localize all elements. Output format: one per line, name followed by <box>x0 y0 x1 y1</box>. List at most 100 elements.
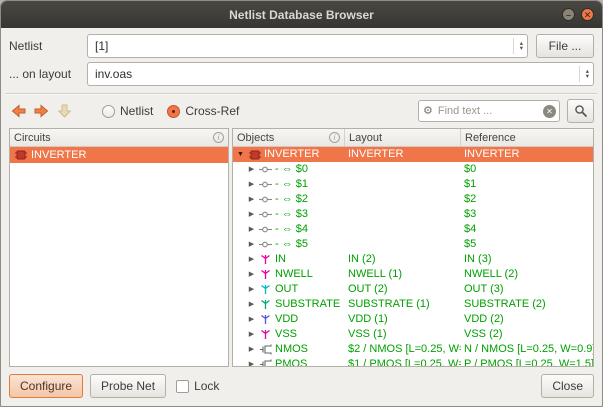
reference-cell: NWELL (2) <box>461 267 593 282</box>
objects-cell: ▶- ⇔ $3 <box>233 207 345 222</box>
tree-row[interactable]: ▶VSSVSS (1)VSS (2) <box>233 327 593 342</box>
crossref-radio[interactable]: Cross-Ref <box>167 104 239 118</box>
tree-row[interactable]: ▶- ⇔ $5$5 <box>233 237 593 252</box>
search-button[interactable] <box>567 99 594 123</box>
close-window-button[interactable]: ✕ <box>581 8 594 21</box>
lock-checkbox[interactable]: Lock <box>176 379 219 393</box>
find-text-box[interactable]: ⚙ ✕ <box>418 100 560 122</box>
down-arrow-icon[interactable] <box>55 102 74 121</box>
forward-arrow-icon[interactable] <box>32 102 51 121</box>
minimize-button[interactable]: – <box>562 8 575 21</box>
circuits-header: Circuits i <box>10 129 228 147</box>
panels: Circuits i INVERTER Objects i Layout <box>9 128 594 367</box>
expand-icon[interactable]: ▶ <box>247 327 256 342</box>
expand-icon[interactable]: ▶ <box>247 177 256 192</box>
tree-row[interactable]: ▶- ⇔ $2$2 <box>233 192 593 207</box>
close-button[interactable]: Close <box>541 374 594 398</box>
titlebar: Netlist Database Browser – ✕ <box>1 1 602 28</box>
reference-cell: VDD (2) <box>461 312 593 327</box>
object-label: VDD <box>275 312 298 327</box>
tree-row[interactable]: ▼INVERTERINVERTERINVERTER <box>233 147 593 162</box>
layout-combo-value: inv.oas <box>95 67 579 81</box>
tree-row[interactable]: ▶ - ⇔ $0 $0 <box>233 162 593 177</box>
objects-cell: ▶ IN <box>233 252 345 267</box>
expand-icon[interactable]: ▶ <box>247 222 256 237</box>
layout-header-label: Layout <box>349 132 382 144</box>
expand-icon[interactable]: ▶ <box>247 162 256 177</box>
tree-row[interactable]: ▶NWELLNWELL (1)NWELL (2) <box>233 267 593 282</box>
reference-cell: $0 <box>461 162 593 177</box>
netlist-combo[interactable]: [1] ▴ ▾ <box>87 34 528 58</box>
net-icon <box>259 254 272 265</box>
circuits-column-header[interactable]: Circuits i <box>10 129 228 146</box>
expand-icon[interactable]: ▶ <box>247 312 256 327</box>
layout-cell: $2 / NMOS [L=0.25, W=0.9] <box>345 342 461 357</box>
netlist-radio[interactable]: Netlist <box>102 104 153 118</box>
objects-cell: ▶ VDD <box>233 312 345 327</box>
net-icon <box>259 269 272 280</box>
spinner-down-icon[interactable]: ▾ <box>520 46 523 51</box>
file-button-label: File ... <box>549 39 582 53</box>
object-label: IN <box>275 252 286 267</box>
pin-icon <box>259 195 272 204</box>
objects-cell: ▶NMOS <box>233 342 345 357</box>
expand-icon[interactable]: ▶ <box>247 207 256 222</box>
expand-icon[interactable]: ▶ <box>247 252 256 267</box>
objects-column-header[interactable]: Objects i <box>233 129 345 146</box>
netlist-radio-label: Netlist <box>120 104 153 118</box>
object-label: - ⇔ $0 <box>275 162 308 177</box>
search-options-gear-icon[interactable]: ⚙ <box>423 106 433 117</box>
tree-row[interactable]: ▶- ⇔ $4$4 <box>233 222 593 237</box>
collapse-icon[interactable]: ▼ <box>236 147 245 162</box>
checkbox-icon[interactable] <box>176 380 189 393</box>
expand-icon[interactable]: ▶ <box>247 282 256 297</box>
circuits-list: INVERTER <box>10 147 228 366</box>
expand-icon[interactable]: ▶ <box>247 237 256 252</box>
spinner-down-icon[interactable]: ▾ <box>586 74 589 79</box>
tree-row[interactable]: ▶- ⇔ $1$1 <box>233 177 593 192</box>
file-button[interactable]: File ... <box>536 34 594 58</box>
back-arrow-icon[interactable] <box>9 102 28 121</box>
expand-icon[interactable]: ▶ <box>247 297 256 312</box>
layout-cell: OUT (2) <box>345 282 461 297</box>
layout-column-header[interactable]: Layout <box>345 129 461 146</box>
spinner-arrows-icon[interactable]: ▴ ▾ <box>513 38 523 54</box>
layout-combo[interactable]: inv.oas ▴ ▾ <box>87 62 594 86</box>
window-content: Netlist [1] ▴ ▾ File ... ... on layout i… <box>1 28 602 406</box>
spinner-arrows-icon[interactable]: ▴ ▾ <box>579 66 589 82</box>
objects-cell: ▶SUBSTRATE <box>233 297 345 312</box>
tree-row[interactable]: ▶OUTOUT (2)OUT (3) <box>233 282 593 297</box>
circuit-item[interactable]: INVERTER <box>10 147 228 163</box>
radio-circle-icon <box>167 105 180 118</box>
configure-button[interactable]: Configure <box>9 374 83 398</box>
net-icon <box>259 329 272 340</box>
tree-row[interactable]: ▶NMOS$2 / NMOS [L=0.25, W=0.9]N / NMOS [… <box>233 342 593 357</box>
expand-icon[interactable]: ▶ <box>247 267 256 282</box>
tree-row[interactable]: ▶PMOS$1 / PMOS [L=0.25, W=1.5]P / PMOS [… <box>233 357 593 366</box>
reference-column-header[interactable]: Reference <box>461 129 593 146</box>
reference-cell: SUBSTRATE (2) <box>461 297 593 312</box>
expand-icon[interactable]: ▶ <box>247 357 256 366</box>
clear-search-icon[interactable]: ✕ <box>543 105 556 118</box>
probe-net-button-label: Probe Net <box>101 379 155 393</box>
pin-icon <box>259 210 272 219</box>
reference-cell: $3 <box>461 207 593 222</box>
objects-cell: ▶OUT <box>233 282 345 297</box>
expand-icon[interactable]: ▶ <box>247 192 256 207</box>
layout-cell: VDD (1) <box>345 312 461 327</box>
netlist-row: Netlist [1] ▴ ▾ File ... <box>9 33 594 59</box>
netlist-label: Netlist <box>9 39 87 53</box>
tree-row[interactable]: ▶ININ (2)IN (3) <box>233 252 593 267</box>
tree-row[interactable]: ▶- ⇔ $3 $3 <box>233 207 593 222</box>
tree-row[interactable]: ▶ VDD VDD (1)VDD (2) <box>233 312 593 327</box>
mos-icon <box>259 344 272 355</box>
objects-cell: ▶- ⇔ $1 <box>233 177 345 192</box>
expand-icon[interactable]: ▶ <box>247 342 256 357</box>
tree-row[interactable]: ▶SUBSTRATESUBSTRATE (1)SUBSTRATE (2) <box>233 297 593 312</box>
pin-icon <box>259 240 272 249</box>
objects-cell: ▶PMOS <box>233 357 345 366</box>
find-text-input[interactable] <box>436 104 540 118</box>
info-icon: i <box>329 132 340 143</box>
objects-cell: ▶- ⇔ $5 <box>233 237 345 252</box>
probe-net-button[interactable]: Probe Net <box>90 374 166 398</box>
